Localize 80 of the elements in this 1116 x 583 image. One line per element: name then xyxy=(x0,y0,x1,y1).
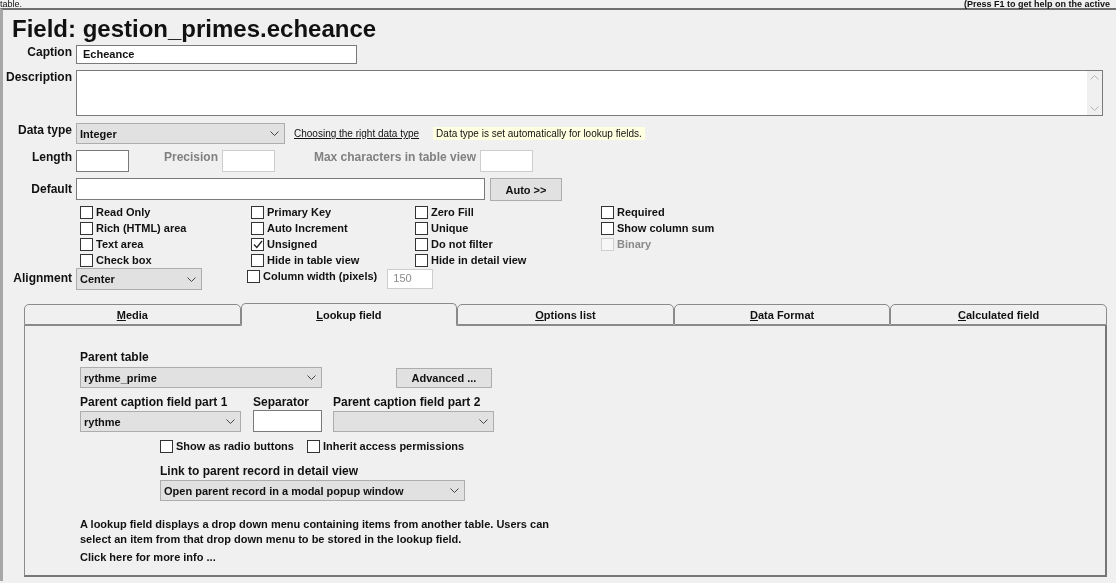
field-label: Max characters in table view xyxy=(312,150,477,164)
checkbox-label: Unique xyxy=(431,222,469,234)
field-label: Data type xyxy=(16,123,73,137)
info-text: A lookup field displays a drop down menu containing items from another table. Users can select an item from that drop down menu to be stored in the lookup field. xyxy=(80,517,550,547)
dropdown[interactable]: rythme_prime xyxy=(80,367,322,388)
checkbox[interactable] xyxy=(251,205,264,219)
checkbox[interactable] xyxy=(601,205,614,219)
advanced-button[interactable]: Advanced ... xyxy=(396,367,492,388)
checkbox[interactable] xyxy=(80,253,93,267)
checkbox-label: Show as radio buttons xyxy=(176,440,294,452)
field-label: Description xyxy=(5,70,73,84)
text-field[interactable] xyxy=(76,178,485,200)
field-label: Alignment xyxy=(12,270,73,285)
tab[interactable]: Calculated field xyxy=(890,304,1107,325)
text-field[interactable]: Echeance xyxy=(76,45,357,64)
checkbox[interactable] xyxy=(415,253,428,267)
checkbox-label: Hide in detail view xyxy=(431,254,527,266)
text-field[interactable] xyxy=(253,410,322,432)
tab[interactable]: Options list xyxy=(457,304,674,325)
checkbox-label: Required xyxy=(617,206,665,218)
checkbox[interactable] xyxy=(80,237,93,251)
checkbox[interactable] xyxy=(247,269,260,283)
field-label: Parent caption field part 2 xyxy=(333,395,482,409)
chevron-down-icon xyxy=(187,276,196,282)
checkbox[interactable] xyxy=(80,221,93,235)
tab[interactable]: Media xyxy=(24,304,241,325)
checkbox[interactable] xyxy=(251,253,264,267)
text-field[interactable] xyxy=(222,150,275,172)
checkbox[interactable] xyxy=(601,221,614,235)
checkbox-label: Zero Fill xyxy=(431,206,474,218)
field-label: Parent caption field part 1 xyxy=(80,395,229,409)
checkbox-label: Column width (pixels) xyxy=(263,270,378,282)
more-info-link[interactable]: Click here for more info ... xyxy=(80,551,1105,563)
checkbox-label: Inherit access permissions xyxy=(322,440,465,452)
field-label: Length xyxy=(31,150,73,164)
text-field[interactable] xyxy=(76,150,129,172)
field-label: Precision xyxy=(162,150,219,164)
checkbox-label: Binary xyxy=(617,238,652,250)
field-label: Default xyxy=(30,181,73,196)
checkbox-label: Read Only xyxy=(96,206,151,218)
checkbox-label: Primary Key xyxy=(267,206,332,218)
status-text: table. xyxy=(0,0,23,8)
checkbox-label: Rich (HTML) area xyxy=(96,222,187,234)
field-label: Link to parent record in detail view xyxy=(160,464,360,478)
checkbox[interactable] xyxy=(415,205,428,219)
checkbox[interactable] xyxy=(415,221,428,235)
text-area[interactable] xyxy=(76,70,1103,116)
chevron-down-icon xyxy=(226,419,235,424)
chevron-down-icon xyxy=(450,488,459,493)
checkbox-label: Auto Increment xyxy=(267,222,348,234)
checkbox-label: Hide in table view xyxy=(267,254,360,266)
dropdown[interactable]: Center xyxy=(76,268,202,290)
checkbox[interactable] xyxy=(80,205,93,219)
dropdown[interactable]: Open parent record in a modal popup window xyxy=(160,480,465,501)
field-label: Separator xyxy=(253,395,311,409)
tab[interactable]: Data Format xyxy=(673,304,891,325)
help-hint: (Press F1 to get help on the active xyxy=(963,0,1110,8)
field-label: Parent table xyxy=(80,350,150,364)
dropdown[interactable]: Integer xyxy=(76,123,285,144)
tab[interactable]: Lookup field xyxy=(240,303,458,326)
checkbox[interactable] xyxy=(251,221,264,235)
checkbox-label: Unsigned xyxy=(267,238,318,250)
chevron-down-icon xyxy=(270,131,279,136)
text-field[interactable] xyxy=(480,150,533,172)
field-label: Caption xyxy=(26,45,73,59)
auto-button[interactable]: Auto >> xyxy=(490,178,562,201)
checkbox[interactable] xyxy=(306,439,320,453)
checkbox-label: Check box xyxy=(96,254,152,266)
help-link[interactable]: Choosing the right data type xyxy=(294,128,420,139)
chevron-down-icon xyxy=(307,375,316,380)
page-title: Field: gestion_primes.echeance xyxy=(11,14,378,44)
checkbox-label: Do not filter xyxy=(431,238,493,250)
checkbox[interactable] xyxy=(251,237,264,251)
checkbox-label: Text area xyxy=(96,238,144,250)
dropdown[interactable]: rythme xyxy=(80,411,241,432)
checkbox[interactable] xyxy=(415,237,428,251)
checkbox-label: Show column sum xyxy=(617,222,715,234)
checkbox[interactable] xyxy=(160,439,173,453)
info-note: Data type is set automatically for lookup fields. xyxy=(433,127,645,140)
chevron-down-icon xyxy=(479,419,488,424)
